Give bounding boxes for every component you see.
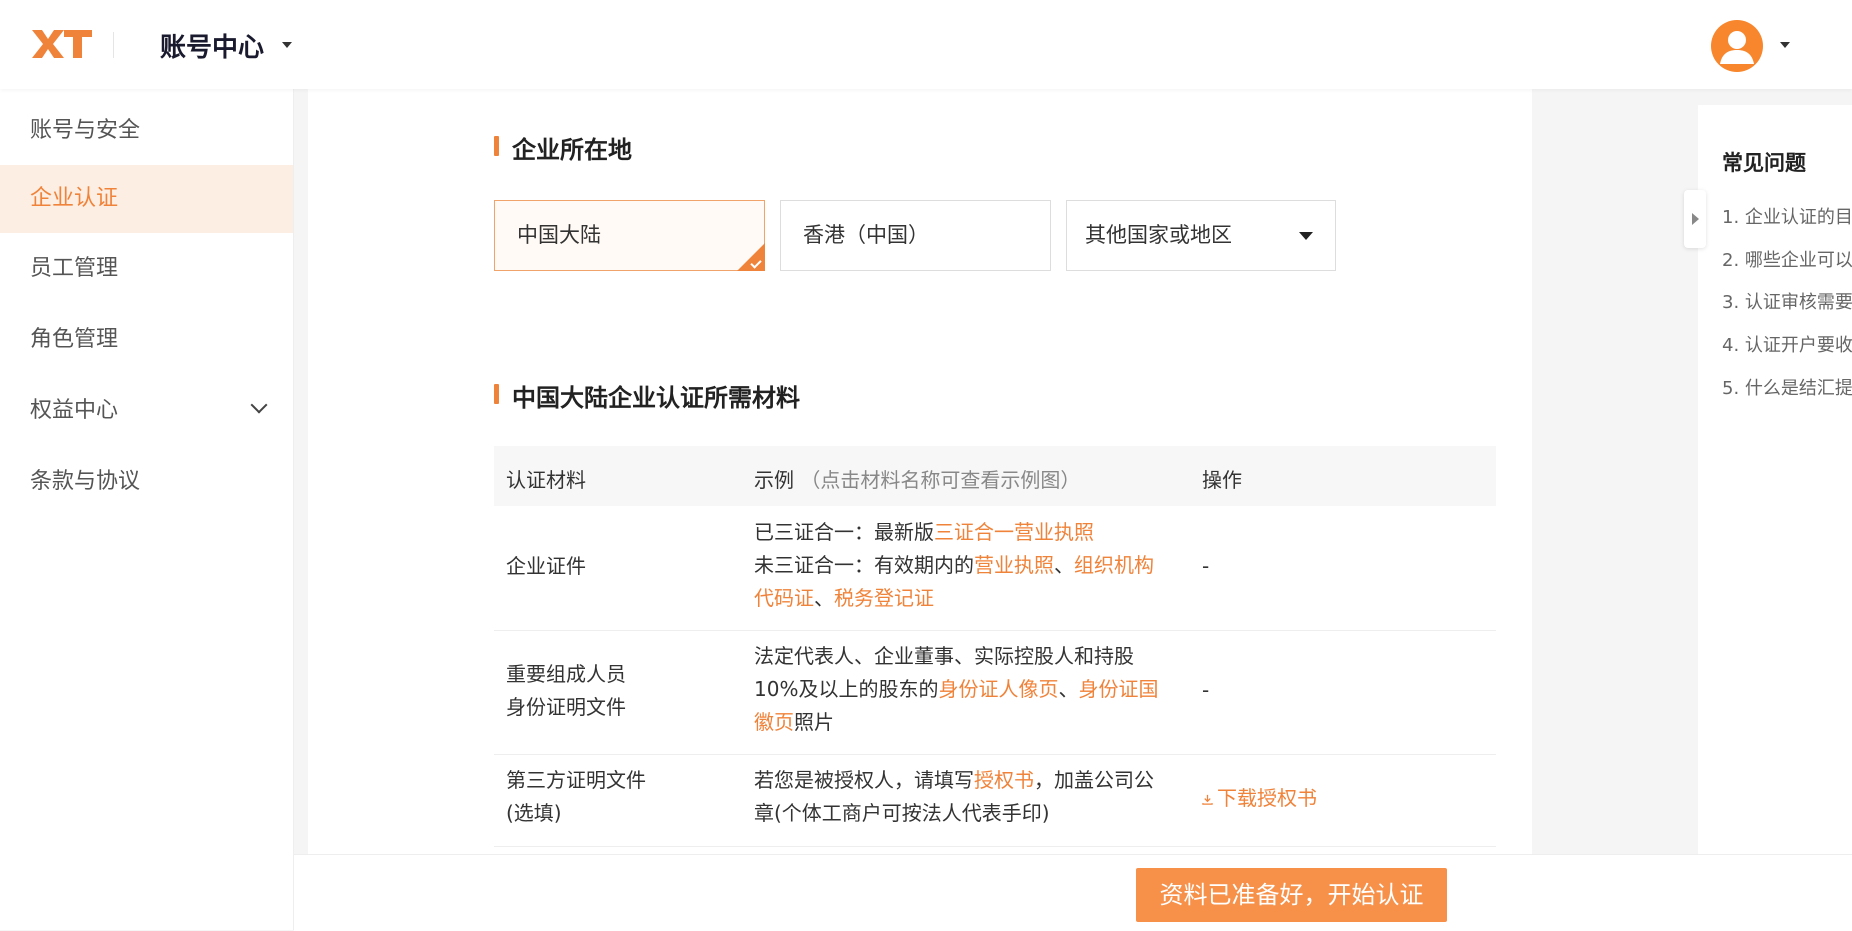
- table-row: 企业证件 已三证合一：最新版三证合一营业执照 未三证合一：有效期内的营业执照、组…: [494, 506, 1496, 631]
- faq-item[interactable]: 5. 什么是结汇提: [1722, 374, 1852, 400]
- faq-item[interactable]: 2. 哪些企业可以: [1722, 246, 1852, 272]
- material-example: 若您是被授权人，请填写授权书，加盖公司公 章(个体工商户可按法人代表手印): [754, 764, 1194, 830]
- material-example: 法定代表人、企业董事、实际控股人和持股 10%及以上的股东的身份证人像页、身份证…: [754, 640, 1194, 739]
- region-option-hongkong[interactable]: 香港（中国）: [780, 200, 1051, 271]
- sidebar-item-benefits-center[interactable]: 权益中心: [0, 377, 293, 445]
- example-link-id-portrait[interactable]: 身份证人像页: [938, 677, 1058, 701]
- download-icon: [1202, 794, 1213, 805]
- example-link-org-code-cont[interactable]: 代码证: [754, 586, 814, 610]
- example-line: 法定代表人、企业董事、实际控股人和持股: [754, 644, 1134, 668]
- table-header: 认证材料 示例 （点击材料名称可查看示例图） 操作: [494, 446, 1496, 506]
- col-header-example: 示例 （点击材料名称可查看示例图）: [754, 464, 1080, 493]
- sidebar-item-label: 权益中心: [30, 398, 119, 423]
- xt-logo[interactable]: [30, 28, 92, 60]
- materials-section-title: 中国大陆企业认证所需材料: [512, 384, 800, 412]
- material-example: 已三证合一：最新版三证合一营业执照 未三证合一：有效期内的营业执照、组织机构 代…: [754, 516, 1194, 615]
- sidebar-item-label: 企业认证: [30, 186, 119, 211]
- example-link-id-emblem-cont[interactable]: 徽页: [754, 710, 794, 734]
- top-header: 账号中心: [0, 0, 1852, 89]
- example-text: ，加盖公司公: [1034, 768, 1154, 792]
- start-verification-button[interactable]: 资料已准备好，开始认证: [1136, 868, 1447, 922]
- selected-check-icon: [737, 243, 765, 271]
- sidebar-item-label: 账号与安全: [30, 118, 141, 143]
- section-accent-bar: [494, 136, 499, 156]
- caret-down-icon[interactable]: [282, 42, 292, 48]
- material-name: 企业证件: [506, 554, 586, 578]
- region-select-other[interactable]: 其他国家或地区: [1066, 200, 1336, 271]
- sidebar-item-account-security[interactable]: 账号与安全: [0, 97, 293, 165]
- material-name-line: 重要组成人员: [506, 662, 626, 686]
- material-name: 第三方证明文件 (选填): [506, 764, 646, 830]
- chevron-down-icon: [250, 396, 268, 414]
- faq-title: 常见问题: [1722, 151, 1806, 175]
- example-text: 照片: [794, 710, 834, 734]
- caret-right-icon: [1692, 213, 1699, 225]
- row-action: -: [1202, 554, 1210, 578]
- sidebar-item-label: 条款与协议: [30, 469, 141, 494]
- example-line: 代码证、税务登记证: [754, 582, 1194, 615]
- separator-text: 、: [814, 586, 834, 610]
- faq-item[interactable]: 4. 认证开户要收: [1722, 331, 1852, 357]
- example-link-business-license[interactable]: 营业执照: [974, 553, 1054, 577]
- dropdown-caret-icon: [1299, 232, 1313, 240]
- faq-item[interactable]: 3. 认证审核需要: [1722, 288, 1852, 314]
- sidebar-item-label: 员工管理: [30, 256, 119, 281]
- faq-panel: 常见问题 1. 企业认证的目 2. 哪些企业可以 3. 认证审核需要 4. 认证…: [1698, 105, 1852, 930]
- row-action: -: [1202, 678, 1210, 702]
- example-text: 已三证合一：最新版: [754, 520, 934, 544]
- account-center-title[interactable]: 账号中心: [160, 27, 264, 64]
- col-header-example-hint: （点击材料名称可查看示例图）: [800, 468, 1081, 492]
- material-name-line: 身份证明文件: [506, 695, 626, 719]
- logo-divider: [113, 32, 114, 58]
- avatar-caret-down-icon[interactable]: [1780, 42, 1790, 48]
- user-icon: [1720, 31, 1754, 64]
- separator-text: 、: [1058, 677, 1079, 701]
- example-line: 未三证合一：有效期内的营业执照、组织机构: [754, 549, 1194, 582]
- col-header-example-label: 示例: [754, 468, 794, 492]
- faq-collapse-toggle[interactable]: [1684, 190, 1706, 248]
- example-link-authorization[interactable]: 授权书: [974, 768, 1034, 792]
- material-name: 重要组成人员 身份证明文件: [506, 658, 626, 724]
- example-line: 章(个体工商户可按法人代表手印): [754, 801, 1050, 825]
- material-name-line: (选填): [506, 801, 562, 825]
- location-section-title: 企业所在地: [512, 136, 632, 164]
- example-line: 10%及以上的股东的身份证人像页、身份证国: [754, 673, 1194, 706]
- region-option-mainland[interactable]: 中国大陆: [494, 200, 765, 271]
- separator-text: 、: [1054, 553, 1074, 577]
- section-accent-bar: [494, 384, 499, 404]
- footer-bar: [294, 854, 1852, 931]
- sidebar-item-staff-management[interactable]: 员工管理: [0, 235, 293, 303]
- example-line: 若您是被授权人，请填写授权书，加盖公司公: [754, 764, 1194, 797]
- col-header-action: 操作: [1202, 468, 1242, 492]
- example-line: 徽页照片: [754, 706, 1194, 739]
- table-row: 第三方证明文件 (选填) 若您是被授权人，请填写授权书，加盖公司公 章(个体工商…: [494, 754, 1496, 847]
- region-option-label: 香港（中国）: [803, 223, 929, 247]
- example-link-tax-registration[interactable]: 税务登记证: [834, 586, 934, 610]
- example-line: 已三证合一：最新版三证合一营业执照: [754, 516, 1194, 549]
- example-text: 10%及以上的股东的: [754, 677, 939, 701]
- user-avatar[interactable]: [1711, 20, 1763, 72]
- download-authorization-link[interactable]: 下载授权书: [1202, 782, 1317, 815]
- region-option-label: 中国大陆: [517, 223, 601, 247]
- faq-item[interactable]: 1. 企业认证的目: [1722, 203, 1852, 229]
- table-row: 重要组成人员 身份证明文件 法定代表人、企业董事、实际控股人和持股 10%及以上…: [494, 630, 1496, 755]
- sidebar: 账号与安全 企业认证 员工管理 角色管理 权益中心 条款与协议: [0, 89, 294, 930]
- sidebar-item-role-management[interactable]: 角色管理: [0, 306, 293, 374]
- example-link-three-in-one[interactable]: 三证合一营业执照: [934, 520, 1094, 544]
- sidebar-item-enterprise-verification[interactable]: 企业认证: [0, 165, 293, 233]
- sidebar-item-label: 角色管理: [30, 327, 119, 352]
- col-header-material: 认证材料: [506, 468, 586, 492]
- example-text: 若您是被授权人，请填写: [754, 768, 974, 792]
- sidebar-item-terms[interactable]: 条款与协议: [0, 448, 293, 516]
- material-name-line: 第三方证明文件: [506, 768, 646, 792]
- example-link-org-code[interactable]: 组织机构: [1074, 553, 1154, 577]
- example-text: 未三证合一：有效期内的: [754, 553, 974, 577]
- example-link-id-emblem[interactable]: 身份证国: [1078, 677, 1158, 701]
- region-option-label: 其他国家或地区: [1085, 223, 1232, 247]
- download-link-label: 下载授权书: [1217, 786, 1317, 810]
